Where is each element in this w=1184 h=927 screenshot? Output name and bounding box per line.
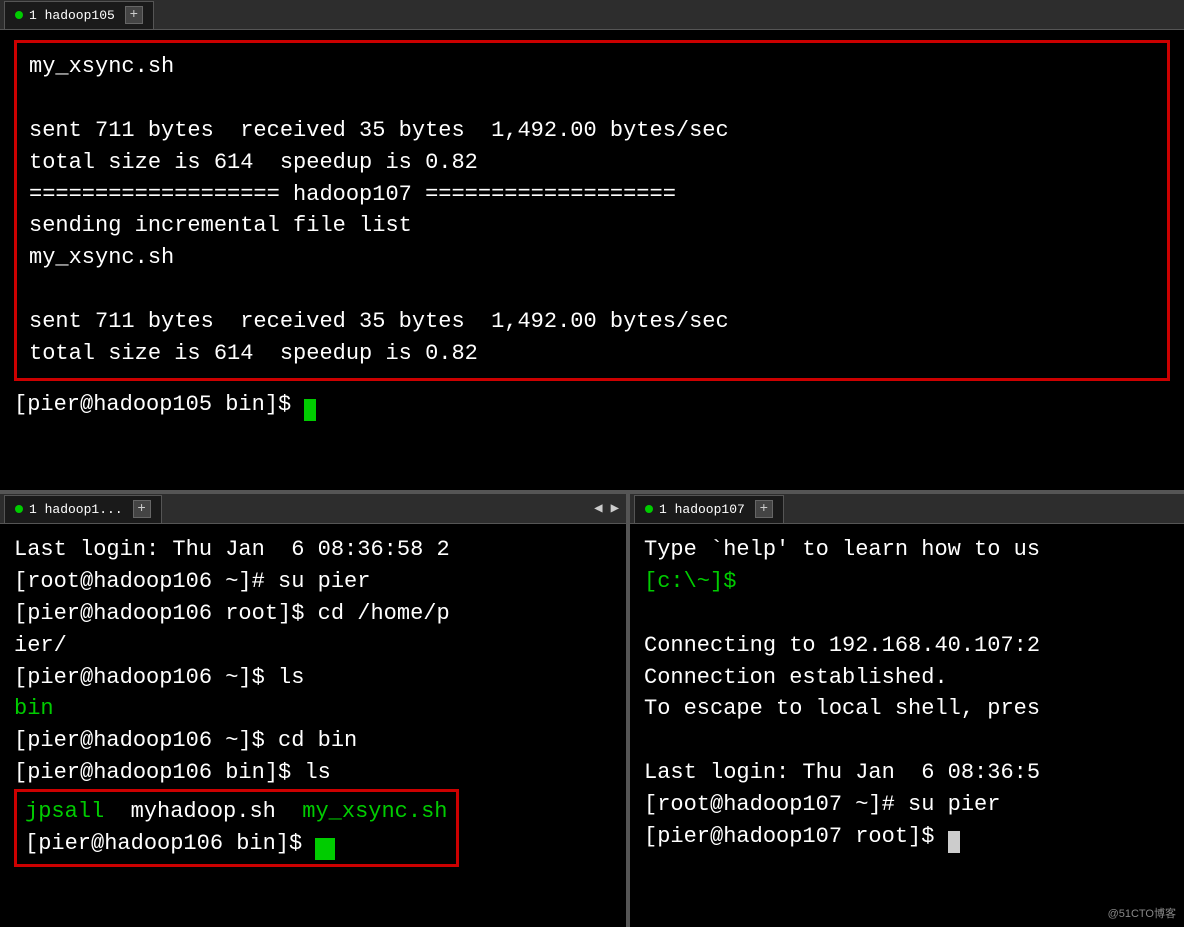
br-line4: Connecting to 192.168.40.107:2	[644, 633, 1040, 658]
bottom-left-cursor	[315, 838, 335, 860]
bl-line6-bin: bin	[14, 696, 54, 721]
top-line1: my_xsync.sh	[29, 54, 174, 79]
tab-right-label: 1 hadoop107	[659, 502, 745, 517]
bottom-right-pane: 1 hadoop107 + Type `help' to learn how t…	[630, 494, 1184, 927]
top-terminal-content: my_xsync.sh sent 711 bytes received 35 b…	[29, 51, 1155, 370]
top-cursor	[304, 399, 316, 421]
nav-arrows: ◀ ▶	[591, 500, 622, 517]
tab-status-dot	[15, 11, 23, 19]
br-line1: Type `help' to learn how to us	[644, 537, 1040, 562]
nav-next[interactable]: ▶	[608, 500, 622, 517]
tab-left-status-dot	[15, 505, 23, 513]
bottom-section: 1 hadoop1... + ◀ ▶ Last login: Thu Jan 6…	[0, 494, 1184, 927]
bl-line1: Last login: Thu Jan 6 08:36:58 2	[14, 537, 450, 562]
top-prompt: [pier@hadoop105 bin]$	[14, 392, 304, 417]
tab-label: 1 hadoop105	[29, 8, 115, 23]
top-prompt-line: [pier@hadoop105 bin]$	[14, 389, 1170, 421]
new-tab-right-button[interactable]: +	[755, 500, 773, 518]
bl-rb-col3: my_xsync.sh	[302, 799, 447, 824]
bl-rb-prompt: [pier@hadoop106 bin]$	[25, 831, 315, 856]
bottom-left-content: Last login: Thu Jan 6 08:36:58 2 [root@h…	[0, 524, 626, 927]
top-line8	[29, 277, 42, 302]
top-line6: sending incremental file list	[29, 213, 412, 238]
bl-line3: [pier@hadoop106 root]$ cd /home/p	[14, 601, 450, 626]
tab-left-label: 1 hadoop1...	[29, 502, 123, 517]
br-line10: [pier@hadoop107 root]$	[644, 824, 948, 849]
top-line2	[29, 86, 42, 111]
br-line5: Connection established.	[644, 665, 948, 690]
bl-line7: [pier@hadoop106 ~]$ cd bin	[14, 728, 357, 753]
bottom-right-cursor	[948, 831, 960, 853]
top-line5: =================== hadoop107 ==========…	[29, 182, 676, 207]
tab-hadoop107[interactable]: 1 hadoop107 +	[634, 495, 784, 523]
new-tab-left-button[interactable]: +	[133, 500, 151, 518]
bl-line5: [pier@hadoop106 ~]$ ls	[14, 665, 304, 690]
top-line10: total size is 614 speedup is 0.82	[29, 341, 478, 366]
nav-prev[interactable]: ◀	[591, 500, 605, 517]
bottom-right-terminal: Type `help' to learn how to us [c:\~]$ C…	[644, 534, 1170, 853]
bottom-right-content: Type `help' to learn how to us [c:\~]$ C…	[630, 524, 1184, 927]
top-line4: total size is 614 speedup is 0.82	[29, 150, 478, 175]
bl-line8: [pier@hadoop106 bin]$ ls	[14, 760, 331, 785]
br-line3	[644, 601, 657, 626]
new-tab-button[interactable]: +	[125, 6, 143, 24]
top-red-highlight: my_xsync.sh sent 711 bytes received 35 b…	[14, 40, 1170, 381]
top-tab-bar: 1 hadoop105 +	[0, 0, 1184, 30]
br-prompt: [c:\~]$	[644, 569, 750, 594]
watermark: @51CTO博客	[1108, 905, 1176, 921]
br-line6: To escape to local shell, pres	[644, 696, 1040, 721]
bottom-left-terminal: Last login: Thu Jan 6 08:36:58 2 [root@h…	[14, 534, 612, 789]
top-line3: sent 711 bytes received 35 bytes 1,492.0…	[29, 118, 729, 143]
top-line7: my_xsync.sh	[29, 245, 174, 270]
top-terminal-pane: my_xsync.sh sent 711 bytes received 35 b…	[0, 30, 1184, 490]
tab-hadoop106[interactable]: 1 hadoop1... +	[4, 495, 162, 523]
br-line9: [root@hadoop107 ~]# su pier	[644, 792, 1000, 817]
br-line7	[644, 728, 657, 753]
bl-line4: ier/	[14, 633, 67, 658]
bottom-right-tab-bar: 1 hadoop107 +	[630, 494, 1184, 524]
bottom-left-pane: 1 hadoop1... + ◀ ▶ Last login: Thu Jan 6…	[0, 494, 630, 927]
tab-right-status-dot	[645, 505, 653, 513]
br-line8: Last login: Thu Jan 6 08:36:5	[644, 760, 1040, 785]
bottom-left-red-highlight: jpsall myhadoop.sh my_xsync.sh [pier@had…	[14, 789, 459, 867]
bl-line2: [root@hadoop106 ~]# su pier	[14, 569, 370, 594]
bottom-left-red-content: jpsall myhadoop.sh my_xsync.sh [pier@had…	[25, 796, 448, 860]
bl-rb-col2: myhadoop.sh	[131, 799, 276, 824]
bl-rb-col1: jpsall	[25, 799, 104, 824]
top-line9: sent 711 bytes received 35 bytes 1,492.0…	[29, 309, 729, 334]
bottom-left-tab-bar: 1 hadoop1... + ◀ ▶	[0, 494, 626, 524]
tab-hadoop105[interactable]: 1 hadoop105 +	[4, 1, 154, 29]
